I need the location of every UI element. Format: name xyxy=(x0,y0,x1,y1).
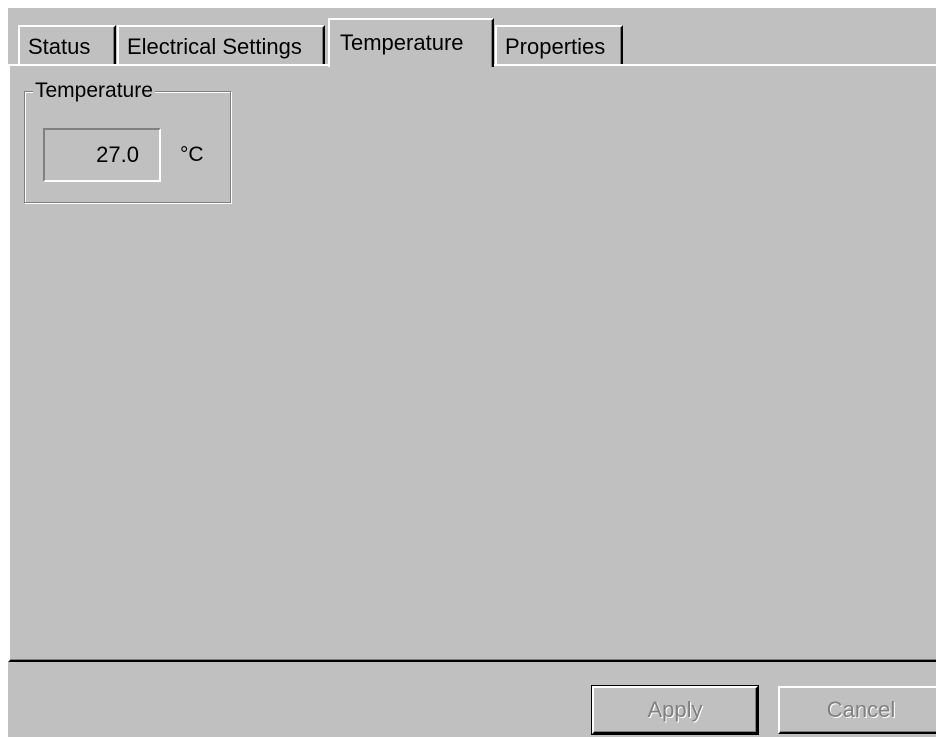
temperature-value-field: 27.0 xyxy=(43,128,161,182)
groupbox-title: Temperature xyxy=(33,78,155,104)
temperature-groupbox: Temperature 27.0 °C xyxy=(24,78,231,203)
tab-status[interactable]: Status xyxy=(18,25,116,65)
apply-button[interactable]: Apply xyxy=(591,685,759,735)
cancel-button[interactable]: Cancel xyxy=(778,686,936,734)
tab-temperature[interactable]: Temperature xyxy=(328,18,494,67)
tab-electrical-settings[interactable]: Electrical Settings xyxy=(117,25,325,65)
tab-properties[interactable]: Properties xyxy=(495,25,623,65)
temperature-unit-label: °C xyxy=(180,143,204,166)
